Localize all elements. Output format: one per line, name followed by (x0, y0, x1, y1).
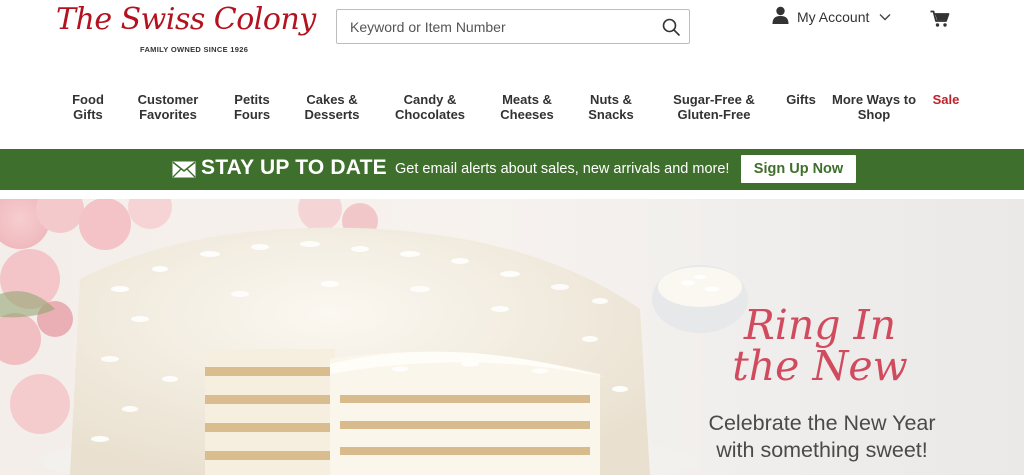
hero-banner[interactable]: Ring In the New Celebrate the New Year w… (0, 199, 1024, 475)
main-navigation: Food Gifts Customer Favorites Petits Fou… (0, 92, 1024, 126)
nav-item-meats-cheeses[interactable]: Meats & Cheeses (500, 92, 553, 122)
chevron-down-icon (879, 8, 891, 26)
my-account-menu[interactable]: My Account (772, 6, 891, 28)
sign-up-now-button[interactable]: Sign Up Now (741, 155, 856, 183)
envelope-icon (172, 161, 196, 178)
nav-item-more-ways-to-shop[interactable]: More Ways to Shop (832, 92, 916, 122)
nav-item-cakes-desserts[interactable]: Cakes & Desserts (305, 92, 360, 122)
nav-item-nuts-snacks[interactable]: Nuts & Snacks (588, 92, 634, 122)
brand-logo[interactable]: The Swiss Colony FAMILY OWNED SINCE 1926 (56, 2, 316, 58)
search-input[interactable] (337, 10, 647, 43)
search-bar (336, 9, 690, 44)
brand-name: The Swiss Colony (56, 2, 316, 37)
nav-item-petits-fours[interactable]: Petits Fours (234, 92, 270, 122)
nav-item-sale[interactable]: Sale (933, 92, 960, 107)
my-account-label: My Account (797, 9, 870, 25)
hero-headline: Ring In the New (732, 301, 908, 390)
user-icon (772, 6, 789, 29)
cart-icon[interactable] (930, 10, 950, 28)
brand-tagline: FAMILY OWNED SINCE 1926 (140, 45, 249, 54)
search-icon[interactable] (661, 17, 681, 37)
hero-subheadline: Celebrate the New Year with something sw… (708, 411, 936, 462)
nav-item-food-gifts[interactable]: Food Gifts (72, 92, 104, 122)
site-header: The Swiss Colony FAMILY OWNED SINCE 1926… (0, 0, 1024, 148)
nav-item-sugar-free-gluten-free[interactable]: Sugar-Free & Gluten-Free (673, 92, 755, 122)
promo-title: STAY UP TO DATE (201, 156, 387, 179)
nav-item-customer-favorites[interactable]: Customer Favorites (138, 92, 199, 122)
nav-item-gifts[interactable]: Gifts (786, 92, 816, 107)
promo-text: Get email alerts about sales, new arriva… (395, 161, 730, 177)
email-signup-banner: STAY UP TO DATE Get email alerts about s… (0, 149, 1024, 190)
nav-item-candy-chocolates[interactable]: Candy & Chocolates (395, 92, 465, 122)
